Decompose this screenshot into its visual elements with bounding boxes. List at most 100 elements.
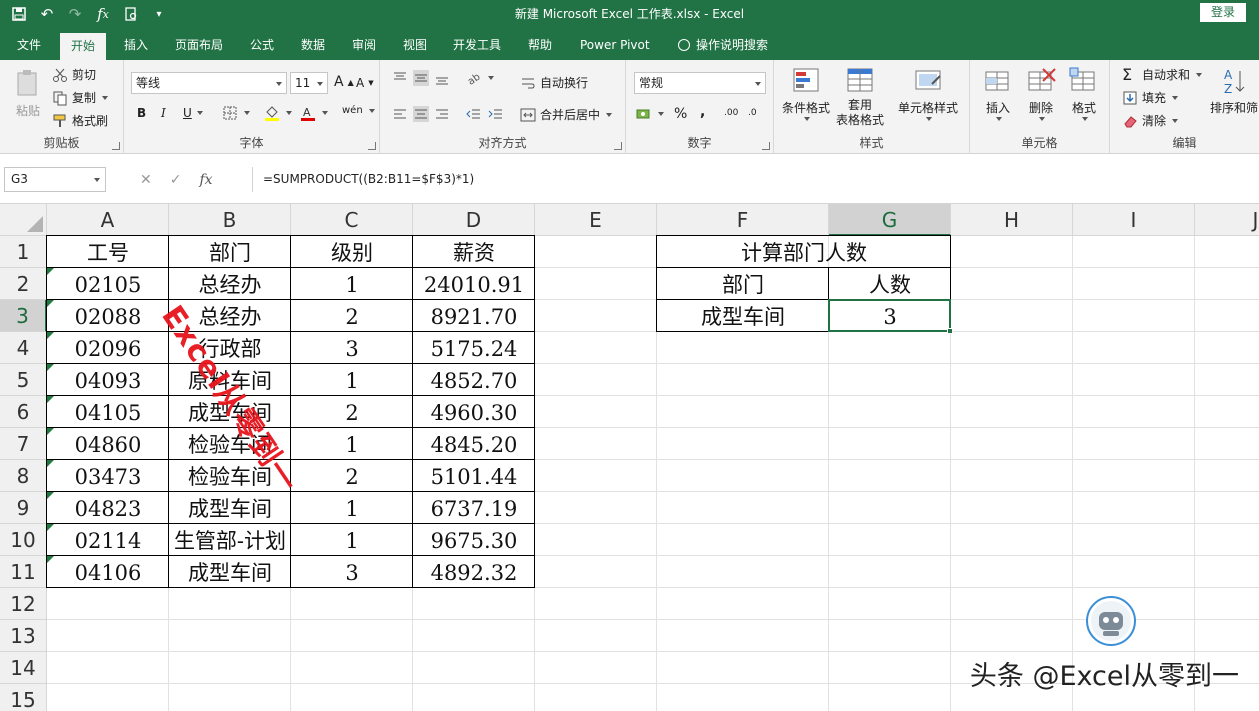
font-launcher-icon[interactable] — [368, 142, 376, 150]
table-cell[interactable]: 8921.70 — [413, 300, 535, 332]
fill-color-button[interactable] — [264, 105, 292, 121]
row-header-5[interactable]: 5 — [0, 364, 47, 396]
format-as-table-button[interactable]: 套用 表格格式 — [836, 66, 884, 128]
autosum-button[interactable]: Σ 自动求和 — [1122, 66, 1203, 83]
sort-filter-button[interactable]: AZ 排序和筛 — [1210, 66, 1258, 116]
tab-help[interactable]: 帮助 — [528, 30, 552, 60]
copy-button[interactable]: 复制 — [52, 89, 109, 106]
tell-me-search[interactable]: 操作说明搜索 — [678, 30, 768, 60]
column-header-j[interactable]: J — [1195, 204, 1259, 236]
tab-file[interactable]: 文件 — [17, 30, 41, 60]
row-header-8[interactable]: 8 — [0, 460, 47, 492]
align-center-button[interactable] — [413, 106, 429, 122]
table-cell[interactable]: 成型车间 — [169, 556, 291, 588]
row-header-9[interactable]: 9 — [0, 492, 47, 524]
italic-button[interactable]: I — [161, 106, 166, 120]
wrap-text-button[interactable]: 自动换行 — [520, 74, 588, 91]
name-box[interactable]: G3 — [4, 167, 106, 192]
borders-button[interactable] — [222, 105, 250, 121]
cell-styles-button[interactable]: 单元格样式 — [898, 66, 958, 121]
insert-cells-button[interactable]: 插入 — [982, 66, 1014, 121]
row-header-10[interactable]: 10 — [0, 524, 47, 556]
font-size-combo[interactable]: 11 — [290, 72, 328, 94]
table-cell[interactable]: 02105 — [47, 268, 169, 300]
bold-button[interactable]: B — [137, 106, 146, 120]
enter-icon[interactable]: ✓ — [170, 172, 182, 188]
copy-dropdown-icon[interactable] — [102, 95, 109, 100]
row-header-15[interactable]: 15 — [0, 684, 47, 711]
accounting-format-button[interactable] — [636, 106, 664, 122]
align-top-button[interactable] — [392, 70, 408, 86]
tab-home[interactable]: 开始 — [60, 33, 107, 60]
delete-cells-button[interactable]: 删除 — [1025, 66, 1057, 121]
table-header-cell[interactable]: 工号 — [47, 236, 169, 268]
calc-title-cell[interactable]: 计算部门人数 — [657, 236, 951, 268]
comma-style-button[interactable]: , — [700, 104, 705, 120]
calc-dept-header-cell[interactable]: 部门 — [657, 268, 829, 300]
row-header-11[interactable]: 11 — [0, 556, 47, 588]
row-header-13[interactable]: 13 — [0, 620, 47, 652]
number-format-combo[interactable]: 常规 — [634, 72, 766, 94]
increase-indent-button[interactable] — [488, 106, 504, 122]
tab-page-layout[interactable]: 页面布局 — [175, 30, 223, 60]
row-header-7[interactable]: 7 — [0, 428, 47, 460]
tab-power-pivot[interactable]: Power Pivot — [580, 30, 650, 60]
font-name-combo[interactable]: 等线 — [131, 72, 287, 94]
table-cell[interactable]: 生管部-计划 — [169, 524, 291, 556]
column-header-i[interactable]: I — [1073, 204, 1195, 236]
table-cell[interactable]: 1 — [291, 268, 413, 300]
tab-insert[interactable]: 插入 — [124, 30, 148, 60]
tab-data[interactable]: 数据 — [301, 30, 325, 60]
merge-center-button[interactable]: 合并后居中 — [520, 106, 613, 123]
tab-formulas[interactable]: 公式 — [250, 30, 274, 60]
formula-input[interactable]: =SUMPRODUCT((B2:B11=$F$3)*1) — [252, 167, 1257, 192]
fill-button[interactable]: 填充 — [1122, 89, 1179, 106]
table-cell[interactable]: 2 — [291, 300, 413, 332]
align-bottom-button[interactable] — [434, 70, 450, 86]
table-cell[interactable]: 9675.30 — [413, 524, 535, 556]
decrease-decimal-button[interactable]: .0 — [748, 108, 757, 118]
table-cell[interactable]: 03473 — [47, 460, 169, 492]
table-cell[interactable]: 02088 — [47, 300, 169, 332]
table-cell[interactable]: 4852.70 — [413, 364, 535, 396]
table-cell[interactable]: 4960.30 — [413, 396, 535, 428]
cut-button[interactable]: 剪切 — [52, 66, 96, 83]
decrease-indent-button[interactable] — [466, 106, 482, 122]
format-cells-button[interactable]: 格式 — [1068, 66, 1100, 121]
font-color-button[interactable]: A — [300, 105, 328, 121]
tab-view[interactable]: 视图 — [403, 30, 427, 60]
column-header-c[interactable]: C — [291, 204, 413, 236]
underline-dropdown[interactable] — [195, 111, 203, 115]
table-header-cell[interactable]: 级别 — [291, 236, 413, 268]
grow-font-button[interactable]: A ▲ — [334, 74, 354, 90]
row-header-4[interactable]: 4 — [0, 332, 47, 364]
column-header-h[interactable]: H — [951, 204, 1073, 236]
table-header-cell[interactable]: 部门 — [169, 236, 291, 268]
calc-dept-value-cell[interactable]: 成型车间 — [657, 300, 829, 332]
worksheet-grid[interactable]: A B C D E F G H I J 1 2 3 4 5 6 7 8 9 10 11 12 13 14 15 工号 部门 级别 薪资 0… — [0, 204, 1259, 711]
orientation-button[interactable]: ab — [466, 70, 494, 88]
table-cell[interactable]: 1 — [291, 524, 413, 556]
shrink-font-button[interactable]: A ▼ — [356, 76, 374, 90]
align-middle-button[interactable] — [413, 70, 429, 86]
login-button[interactable]: 登录 — [1200, 3, 1246, 22]
increase-decimal-button[interactable]: .00 — [724, 108, 738, 118]
table-cell[interactable]: 24010.91 — [413, 268, 535, 300]
column-header-d[interactable]: D — [413, 204, 535, 236]
table-cell[interactable]: 5101.44 — [413, 460, 535, 492]
tab-developer[interactable]: 开发工具 — [453, 30, 501, 60]
table-cell[interactable]: 04823 — [47, 492, 169, 524]
table-cell[interactable]: 04105 — [47, 396, 169, 428]
table-cell[interactable]: 1 — [291, 492, 413, 524]
table-cell[interactable]: 04860 — [47, 428, 169, 460]
row-header-14[interactable]: 14 — [0, 652, 47, 684]
align-right-button[interactable] — [434, 106, 450, 122]
conditional-formatting-button[interactable]: 条件格式 — [782, 66, 830, 121]
row-header-12[interactable]: 12 — [0, 588, 47, 620]
format-painter-button[interactable]: 格式刷 — [52, 112, 108, 129]
select-all-corner[interactable] — [0, 204, 47, 236]
column-header-e[interactable]: E — [535, 204, 657, 236]
table-cell[interactable]: 02114 — [47, 524, 169, 556]
row-header-2[interactable]: 2 — [0, 268, 47, 300]
table-cell[interactable]: 4892.32 — [413, 556, 535, 588]
